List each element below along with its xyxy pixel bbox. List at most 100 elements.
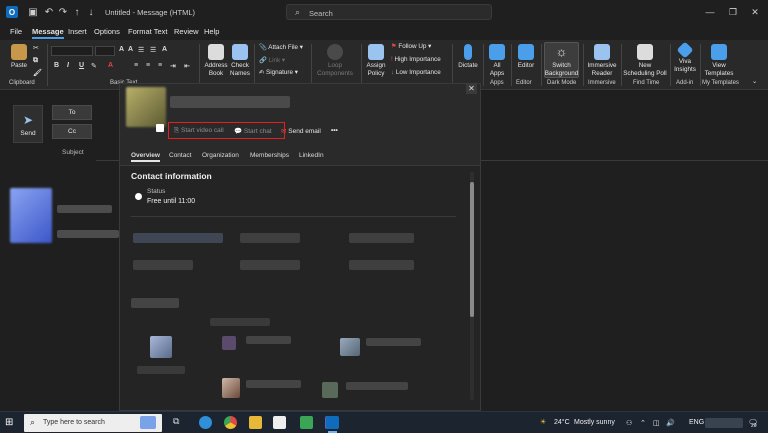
grow-font-icon[interactable]: A — [119, 46, 124, 53]
send-email-button[interactable]: ✉ Send email — [281, 127, 321, 135]
font-color-icon[interactable]: A — [108, 62, 113, 69]
switch-background-button[interactable]: ☼ Switch Background — [544, 44, 579, 77]
tab-review[interactable]: Review — [174, 27, 199, 36]
indent-icon[interactable]: ⇥ — [170, 62, 176, 70]
network-icon[interactable]: ◫ — [653, 419, 660, 427]
search-input[interactable]: ⌕ Search — [286, 4, 492, 20]
clipboard-group-label: Clipboard — [9, 80, 35, 86]
store-icon[interactable] — [273, 416, 286, 429]
assign-policy-button[interactable]: Assign Policy — [364, 44, 388, 77]
underline-icon[interactable]: U — [79, 62, 84, 69]
title-bar: O ▣ ↶ ↷ ↑ ↓ Untitled - Message (HTML) ⌕ … — [0, 0, 768, 24]
down-arrow-icon[interactable]: ↓ — [84, 5, 98, 19]
outdent-icon[interactable]: ⇤ — [184, 62, 190, 70]
tab-options[interactable]: Options — [94, 27, 120, 36]
blurred-detail — [240, 260, 300, 270]
tab-memberships[interactable]: Memberships — [250, 152, 289, 159]
editor-button[interactable]: Editor — [514, 44, 538, 70]
low-importance-button[interactable]: ↓ Low Importance — [391, 69, 441, 76]
task-view-icon[interactable]: ⧉ — [173, 416, 186, 429]
signature-button[interactable]: ✍ Signature ▾ — [259, 69, 298, 76]
templates-icon — [711, 44, 727, 60]
close-icon[interactable]: ✕ — [748, 5, 762, 19]
align-left-icon[interactable]: ≡ — [134, 62, 138, 69]
tab-file[interactable]: File — [10, 27, 22, 36]
weather-temp[interactable]: 24°C — [554, 419, 570, 426]
up-arrow-icon[interactable]: ↑ — [70, 5, 84, 19]
dictate-button[interactable]: Dictate — [455, 44, 481, 70]
edge-icon[interactable] — [199, 416, 212, 429]
check-names-icon — [232, 44, 248, 60]
tab-format-text[interactable]: Format Text — [128, 27, 167, 36]
restore-icon[interactable]: ❐ — [726, 5, 740, 19]
viva-insights-button[interactable]: Viva Insights — [672, 41, 698, 73]
close-card-button[interactable]: ✕ — [466, 83, 477, 94]
clipboard-icon — [11, 44, 27, 60]
tab-message[interactable]: Message — [32, 27, 64, 39]
card-scrollbar[interactable] — [470, 172, 474, 400]
immersive-reader-button[interactable]: Immersive Reader — [586, 44, 618, 77]
minimize-icon[interactable]: — — [703, 5, 717, 19]
font-size-dropdown[interactable] — [95, 46, 115, 56]
clear-format-icon[interactable]: A — [162, 46, 167, 53]
redo-icon[interactable]: ↷ — [56, 5, 70, 19]
tab-insert[interactable]: Insert — [68, 27, 87, 36]
search-icon: ⌕ — [30, 417, 36, 427]
chrome-icon[interactable] — [224, 416, 237, 429]
view-templates-button[interactable]: View Templates — [702, 44, 736, 77]
attach-file-button[interactable]: 📎 Attach File ▾ — [259, 43, 303, 51]
tab-overview[interactable]: Overview — [131, 152, 160, 162]
spotify-icon[interactable] — [300, 416, 313, 429]
numbering-icon[interactable]: ☰ — [150, 46, 156, 54]
cut-icon[interactable]: ✂ — [33, 44, 39, 52]
align-center-icon[interactable]: ≡ — [146, 62, 150, 69]
tab-contact[interactable]: Contact — [169, 152, 191, 159]
flag-icon: ⚑ — [391, 43, 397, 50]
outlook-taskbar-icon[interactable] — [326, 416, 339, 433]
paste-button[interactable]: Paste — [8, 44, 30, 70]
blurred-text-line — [366, 338, 421, 346]
file-explorer-icon[interactable] — [249, 416, 262, 429]
high-importance-button[interactable]: ! High Importance — [391, 56, 441, 63]
shrink-font-icon[interactable]: A — [128, 46, 133, 53]
tab-organization[interactable]: Organization — [202, 152, 239, 159]
check-names-button[interactable]: Check Names — [229, 44, 251, 77]
more-options-button[interactable]: ••• — [331, 127, 338, 134]
to-button[interactable]: To — [52, 105, 92, 120]
font-name-dropdown[interactable] — [51, 46, 93, 56]
align-right-icon[interactable]: ≡ — [158, 62, 162, 69]
tab-help[interactable]: Help — [204, 27, 219, 36]
people-icon[interactable]: ⚇ — [626, 419, 632, 427]
all-apps-button[interactable]: All Apps — [486, 44, 508, 77]
new-scheduling-poll-button[interactable]: New Scheduling Poll — [623, 44, 667, 77]
bold-icon[interactable]: B — [54, 62, 59, 69]
follow-up-button[interactable]: ⚑ Follow Up ▾ — [391, 43, 431, 50]
highlight-icon[interactable]: ✎ — [91, 62, 97, 70]
paperclip-icon: 📎 — [259, 44, 267, 51]
language-indicator[interactable]: ENG — [689, 419, 704, 426]
addin-group-label: Add-in — [676, 80, 694, 86]
blurred-detail — [133, 260, 193, 270]
cc-button[interactable]: Cc — [52, 124, 92, 139]
collapse-ribbon-icon[interactable]: ⌄ — [752, 78, 757, 85]
italic-icon[interactable]: I — [67, 62, 69, 69]
send-button[interactable]: ➤ Send — [13, 105, 43, 143]
volume-icon[interactable]: 🔊 — [666, 419, 675, 427]
save-icon[interactable]: ▣ — [26, 5, 40, 19]
loop-components-button[interactable]: Loop Components — [314, 44, 356, 77]
search-highlight-icon[interactable] — [140, 416, 156, 429]
format-painter-icon[interactable]: 🖌 — [33, 69, 42, 77]
link-button[interactable]: 🔗 Link ▾ — [259, 56, 285, 64]
address-book-button[interactable]: Address Book — [203, 44, 229, 77]
copy-icon[interactable]: ⧉ — [33, 57, 38, 65]
weather-desc[interactable]: Mostly sunny — [574, 419, 615, 426]
blurred-text-line — [210, 318, 270, 326]
undo-icon[interactable]: ↶ — [42, 5, 56, 19]
windows-start-icon[interactable]: ⊞ — [5, 417, 13, 428]
tab-linkedin[interactable]: LinkedIn — [299, 152, 324, 159]
bullets-icon[interactable]: ☰ — [138, 46, 144, 54]
dark-mode-group-label: Dark Mode — [547, 80, 577, 86]
scrollbar-thumb[interactable] — [470, 182, 474, 317]
editor-pen-icon — [518, 44, 534, 60]
show-hidden-icon[interactable]: ⌃ — [640, 419, 646, 427]
